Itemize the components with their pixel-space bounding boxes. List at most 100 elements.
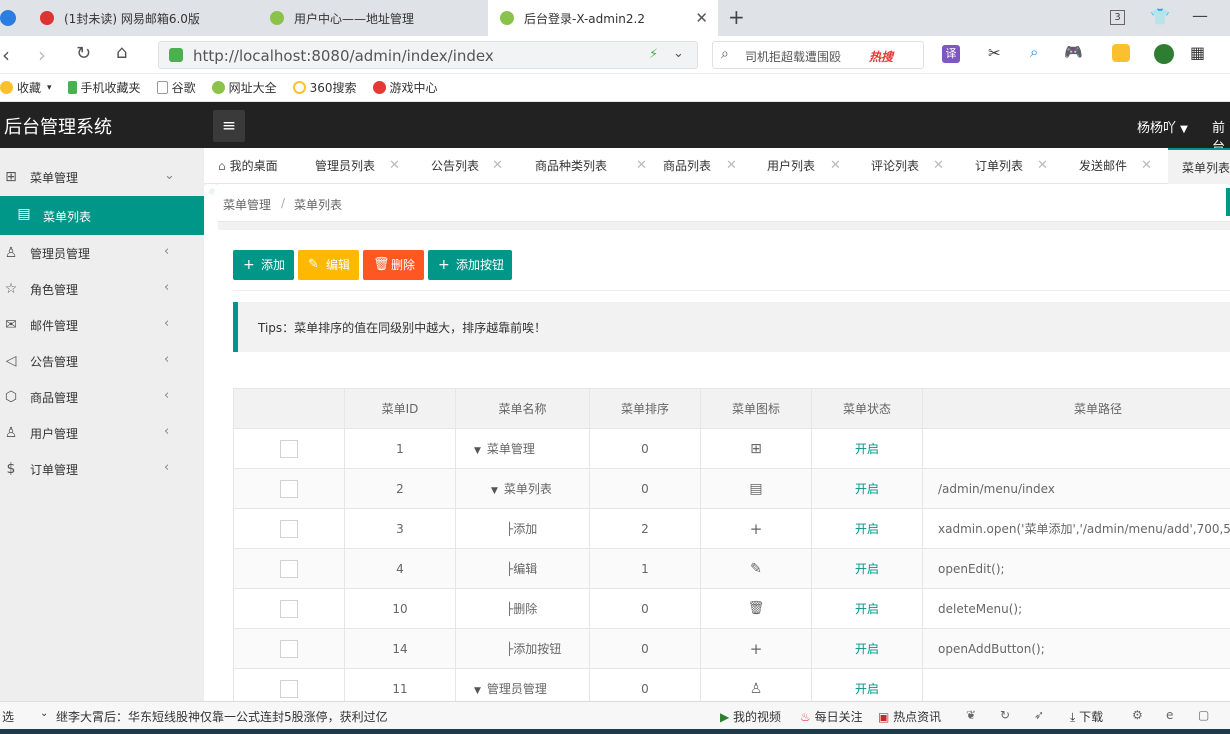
menu-toggle-button[interactable]: ≡ — [213, 110, 245, 142]
news-ticker[interactable]: 继李大霄后：华东短线股神仅靠一公式连封5股涨停，获利过亿 — [56, 708, 388, 725]
row-checkbox[interactable] — [280, 439, 298, 458]
row-checkbox[interactable] — [280, 559, 298, 578]
wallet-icon[interactable] — [1112, 44, 1130, 62]
delete-button[interactable]: 🗑 删除 — [363, 250, 424, 280]
back-icon[interactable]: ‹ — [2, 43, 10, 67]
search-icon: ⌕ — [721, 46, 729, 62]
breadcrumb-parent[interactable]: 菜单管理 — [223, 196, 271, 213]
sidebar-item-order-management[interactable]: $ 订单管理 ‹ — [0, 451, 204, 487]
zoom-icon[interactable]: ⌕ — [1030, 43, 1038, 61]
row-checkbox[interactable] — [280, 639, 298, 658]
hot-news-link[interactable]: ▣ 热点资讯 — [878, 708, 941, 725]
expand-icon[interactable]: ▼ — [491, 486, 498, 496]
menu-name: 添加按钮 — [513, 642, 562, 656]
scissors-icon[interactable]: ✂ — [988, 44, 1001, 62]
cell-sort: 0 — [589, 588, 701, 629]
sidebar-item-menu-list[interactable]: ▤ 菜单列表 — [0, 196, 204, 235]
close-icon[interactable]: ✕ — [636, 148, 647, 184]
tab-goods-category-list[interactable]: 商品种类列表 ✕ — [535, 148, 653, 184]
search-input[interactable]: ⌕ 司机拒超载遭围殴 热搜 — [712, 41, 924, 69]
url-field[interactable]: http://localhost:8080/admin/index/index … — [158, 41, 698, 69]
tab-admin-list[interactable]: 管理员列表 ✕ — [315, 148, 411, 184]
sidebar-item-label: 用户管理 — [30, 427, 79, 441]
sidebar-item-menu-management[interactable]: ⊞ 菜单管理 ⌄ — [0, 159, 204, 195]
sidebar-item-user-management[interactable]: ♙ 用户管理 ‹ — [0, 415, 204, 451]
phone-icon — [67, 81, 77, 94]
ie-icon[interactable]: e — [1166, 708, 1173, 722]
lightning-icon[interactable]: ⚡ — [649, 47, 658, 62]
refresh-icon[interactable]: ↻ — [76, 43, 91, 64]
tab-send-mail[interactable]: 发送邮件 ✕ — [1079, 148, 1169, 184]
gamepad-icon[interactable]: 🎮 — [1064, 43, 1083, 61]
bookmark-games[interactable]: 游戏中心 — [372, 79, 438, 96]
bookmark-label: 360搜索 — [309, 81, 357, 95]
cell-sort: 0 — [589, 468, 701, 509]
bookmark-label: 网址大全 — [228, 81, 277, 95]
new-tab-button[interactable]: + — [728, 5, 745, 29]
minimize-icon[interactable]: — — [1192, 6, 1208, 25]
sync-icon[interactable]: ↻ — [1000, 708, 1010, 722]
bookmark-mobile[interactable]: 手机收藏夹 — [67, 79, 141, 96]
bookmark-sites[interactable]: 网址大全 — [211, 79, 277, 96]
bookmark-google[interactable]: 谷歌 — [156, 79, 196, 96]
sidebar-item-admin-management[interactable]: ♙ 管理员管理 ‹ — [0, 235, 204, 271]
shirt-icon[interactable]: 👕 — [1150, 7, 1170, 26]
row-checkbox[interactable] — [280, 599, 298, 618]
close-icon[interactable]: ✕ — [1141, 148, 1152, 184]
chevron-down-icon[interactable]: ⌄ — [673, 46, 684, 61]
sidebar-item-mail-management[interactable]: ✉ 邮件管理 ‹ — [0, 307, 204, 343]
translate-icon[interactable]: 译 — [942, 45, 960, 63]
close-icon[interactable]: ✕ — [726, 148, 737, 184]
video-link[interactable]: ▶ 我的视频 — [720, 708, 781, 725]
tab-count-button[interactable]: 3 — [1110, 10, 1125, 25]
edit-button[interactable]: ✎ 编辑 — [298, 250, 359, 280]
browser-tab-admin[interactable]: 后台登录-X-admin2.2 ✕ — [488, 0, 718, 36]
close-icon[interactable]: ✕ — [830, 148, 841, 184]
cell-path: deleteMenu(); — [922, 588, 1230, 629]
tab-menu-list[interactable]: 菜单列表 — [1168, 148, 1230, 184]
tab-order-list[interactable]: 订单列表 ✕ — [975, 148, 1067, 184]
add-button-button-label: 添加按钮 — [456, 258, 505, 272]
tab-notice-list[interactable]: 公告列表 ✕ — [431, 148, 521, 184]
row-checkbox[interactable] — [280, 479, 298, 498]
leaf-status-icon[interactable]: ❦ — [966, 708, 976, 722]
forward-icon[interactable]: › — [38, 43, 46, 67]
close-icon[interactable]: ✕ — [933, 148, 944, 184]
add-button[interactable]: + 添加 — [233, 250, 294, 280]
download-link[interactable]: ⤓ 下载 — [1070, 708, 1103, 725]
sidebar-item-notice-management[interactable]: ◁ 公告管理 ‹ — [0, 343, 204, 379]
tab-goods-list[interactable]: 商品列表 ✕ — [663, 148, 755, 184]
video-icon: ▶ — [720, 710, 734, 724]
close-icon[interactable]: ✕ — [492, 148, 503, 184]
tab-user-list[interactable]: 用户列表 ✕ — [767, 148, 859, 184]
tab-my-desktop[interactable]: ⌂ 我的桌面 — [218, 148, 308, 184]
rocket-icon[interactable]: ➶ — [1034, 708, 1044, 722]
tools-icon[interactable]: ⚙ — [1132, 708, 1143, 722]
window-icon[interactable]: ▢ — [1198, 708, 1209, 722]
daily-focus-link[interactable]: ♨ 每日关注 — [800, 708, 863, 725]
status-select-label[interactable]: 选 — [2, 708, 14, 725]
chevron-left-icon: ‹ — [164, 244, 170, 259]
sidebar-item-goods-management[interactable]: ⬡ 商品管理 ‹ — [0, 379, 204, 415]
apps-grid-icon[interactable]: ▦ — [1190, 43, 1205, 62]
add-menu-button-button[interactable]: + 添加按钮 — [428, 250, 512, 280]
row-checkbox[interactable] — [280, 679, 298, 698]
browser-tab-mail[interactable]: (1封未读) 网易邮箱6.0版 — [28, 0, 254, 36]
sidebar-item-role-management[interactable]: ☆ 角色管理 ‹ — [0, 271, 204, 307]
refresh-button[interactable] — [1226, 188, 1230, 216]
close-icon[interactable]: ✕ — [389, 148, 400, 184]
home-icon[interactable]: ⌂ — [116, 42, 127, 63]
hot-search-badge[interactable]: 热搜 — [869, 48, 893, 65]
close-tab-icon[interactable]: ✕ — [695, 9, 708, 27]
expand-icon[interactable]: ▼ — [474, 446, 481, 456]
secure-icon — [169, 48, 183, 62]
expand-icon[interactable]: ▼ — [474, 686, 481, 696]
shield-icon[interactable] — [1154, 44, 1174, 64]
close-icon[interactable]: ✕ — [1037, 148, 1048, 184]
bookmark-360[interactable]: 360搜索 — [292, 79, 357, 96]
browser-tab-address[interactable]: 用户中心——地址管理 — [258, 0, 484, 36]
tab-comment-list[interactable]: 评论列表 ✕ — [871, 148, 963, 184]
user-menu[interactable]: 杨杨吖 ▼ — [1137, 117, 1188, 136]
bookmark-favorites[interactable]: 收藏 ▾ — [0, 79, 52, 96]
row-checkbox[interactable] — [280, 519, 298, 538]
